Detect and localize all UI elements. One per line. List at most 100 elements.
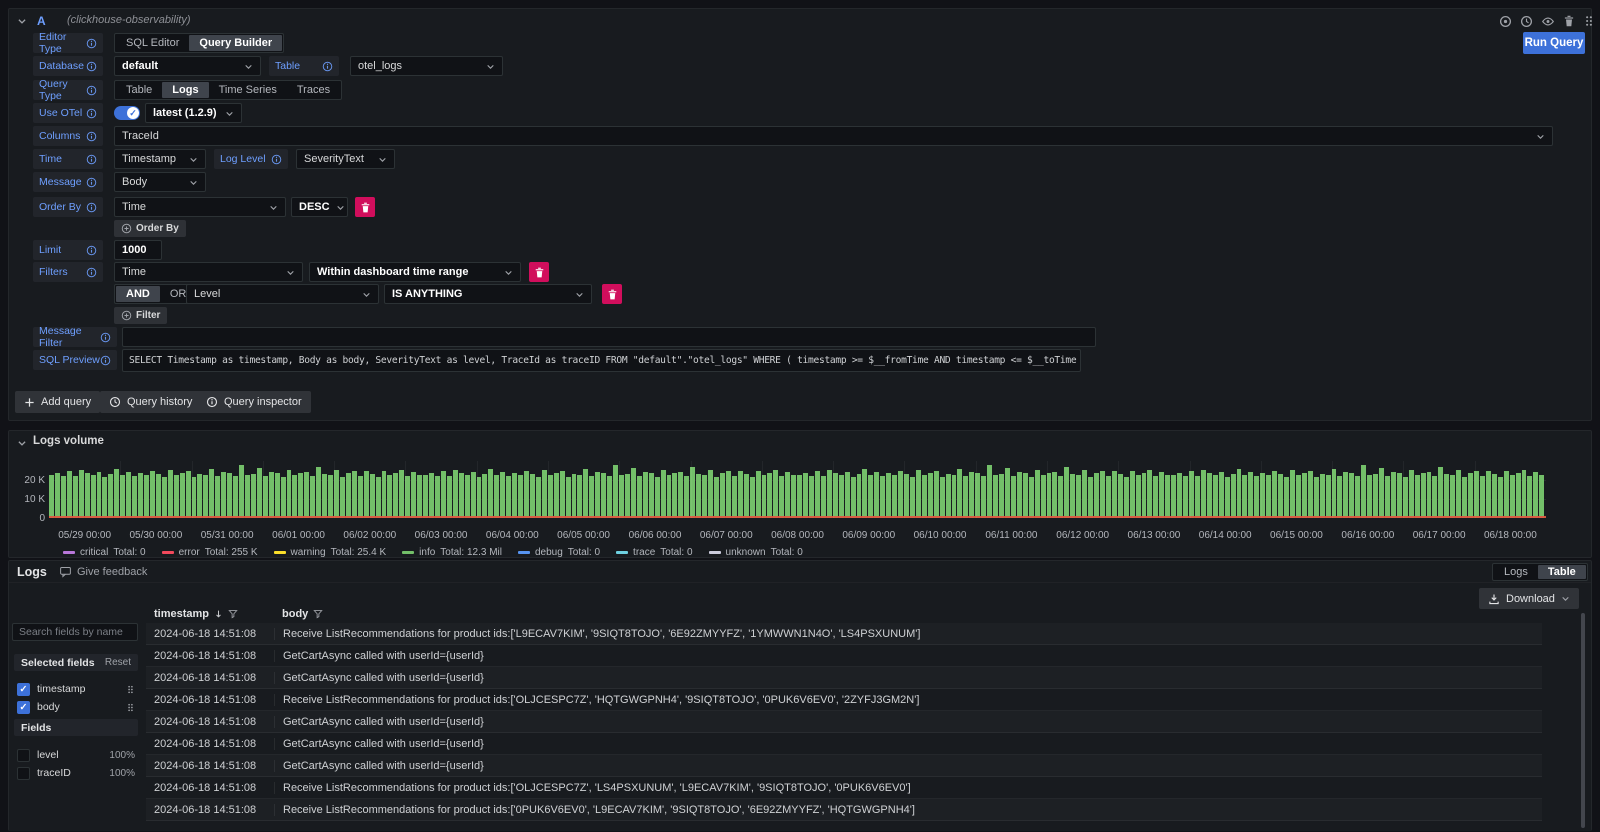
legend-series-name[interactable]: critical	[80, 547, 108, 558]
volume-bar[interactable]	[358, 476, 363, 518]
logs-view-option-logs[interactable]: Logs	[1494, 565, 1538, 579]
add-order-by-button[interactable]: Order By	[114, 220, 186, 237]
volume-bar[interactable]	[435, 476, 440, 518]
logs-view-option-table[interactable]: Table	[1538, 565, 1586, 579]
info-icon[interactable]	[86, 38, 97, 49]
volume-bar[interactable]	[1041, 475, 1046, 518]
volume-bar[interactable]	[275, 473, 280, 518]
help-circle-icon[interactable]	[1499, 15, 1512, 28]
volume-bar[interactable]	[1177, 473, 1182, 518]
body-column-header[interactable]: body	[274, 608, 1542, 620]
volume-bar[interactable]	[839, 475, 844, 518]
give-feedback-link[interactable]: Give feedback	[59, 566, 147, 578]
volume-bar[interactable]	[583, 469, 588, 518]
query-history-icon[interactable]	[1520, 15, 1533, 28]
volume-bar[interactable]	[168, 470, 173, 518]
volume-bar[interactable]	[186, 471, 191, 518]
volume-bar[interactable]	[696, 474, 701, 518]
volume-bar[interactable]	[928, 473, 933, 518]
volume-bar[interactable]	[97, 472, 102, 518]
table-select[interactable]: otel_logs	[350, 56, 503, 76]
volume-bar[interactable]	[162, 477, 167, 518]
volume-bar[interactable]	[542, 470, 547, 518]
remove-filter-button[interactable]	[529, 262, 549, 282]
volume-bar[interactable]	[785, 472, 790, 518]
volume-bar[interactable]	[1355, 476, 1360, 518]
reset-fields-button[interactable]: Reset	[105, 657, 131, 668]
volume-bar[interactable]	[1456, 470, 1461, 518]
info-icon[interactable]	[86, 202, 97, 213]
volume-bar[interactable]	[1522, 470, 1527, 518]
volume-bar[interactable]	[738, 471, 743, 518]
volume-bar[interactable]	[150, 471, 155, 518]
table-row[interactable]: 2024-06-18 14:51:08Receive ListRecommend…	[146, 799, 1542, 821]
volume-bar[interactable]	[55, 473, 60, 518]
info-icon[interactable]	[86, 131, 97, 142]
table-row[interactable]: 2024-06-18 14:51:08Receive ListRecommend…	[146, 689, 1542, 711]
volume-bar[interactable]	[1112, 471, 1117, 518]
volume-bar[interactable]	[1284, 477, 1289, 518]
collapse-query-icon[interactable]	[17, 16, 27, 26]
volume-bar[interactable]	[482, 474, 487, 518]
filter2-operator-select[interactable]: IS ANYTHING	[384, 284, 592, 304]
volume-bar[interactable]	[1302, 473, 1307, 518]
legend-series-name[interactable]: trace	[633, 547, 655, 558]
run-query-button[interactable]: Run Query	[1523, 32, 1585, 54]
logs-volume-plot[interactable]	[49, 461, 1546, 518]
volume-bar[interactable]	[708, 470, 713, 518]
volume-bar[interactable]	[1035, 470, 1040, 518]
legend-series-name[interactable]: warning	[291, 547, 326, 558]
collapse-logs-volume-icon[interactable]	[17, 438, 27, 448]
volume-bar[interactable]	[61, 476, 66, 518]
volume-bar[interactable]	[1052, 472, 1057, 518]
table-row[interactable]: 2024-06-18 14:51:08GetCartAsync called w…	[146, 755, 1542, 777]
volume-bar[interactable]	[886, 473, 891, 518]
volume-bar[interactable]	[1415, 475, 1420, 518]
legend-series-name[interactable]: unknown	[726, 547, 766, 558]
volume-bar[interactable]	[554, 473, 559, 518]
volume-bar[interactable]	[1248, 472, 1253, 518]
volume-bar[interactable]	[732, 476, 737, 518]
volume-bar[interactable]	[744, 474, 749, 518]
volume-bar[interactable]	[1527, 476, 1532, 518]
volume-bar[interactable]	[993, 475, 998, 518]
volume-bar[interactable]	[797, 475, 802, 518]
volume-bar[interactable]	[429, 473, 434, 518]
volume-bar[interactable]	[1337, 476, 1342, 518]
volume-bar[interactable]	[1195, 476, 1200, 518]
volume-bar[interactable]	[1201, 470, 1206, 518]
volume-bar[interactable]	[132, 476, 137, 518]
search-fields-input[interactable]: Search fields by name	[12, 623, 138, 641]
info-icon[interactable]	[86, 154, 97, 165]
volume-bar[interactable]	[589, 476, 594, 518]
volume-bar[interactable]	[1373, 474, 1378, 518]
volume-bar[interactable]	[1314, 477, 1319, 518]
volume-bar[interactable]	[79, 470, 84, 518]
volume-bar[interactable]	[874, 472, 879, 518]
volume-bar[interactable]	[340, 477, 345, 518]
volume-bar[interactable]	[862, 469, 867, 518]
volume-bar[interactable]	[1058, 476, 1063, 518]
timestamp-column-header[interactable]: timestamp	[146, 608, 274, 620]
volume-bar[interactable]	[292, 475, 297, 518]
volume-bar[interactable]	[779, 476, 784, 518]
volume-bar[interactable]	[488, 469, 493, 518]
volume-bar[interactable]	[518, 475, 523, 518]
volume-bar[interactable]	[251, 474, 256, 518]
table-row[interactable]: 2024-06-18 14:51:08GetCartAsync called w…	[146, 711, 1542, 733]
volume-bar[interactable]	[637, 476, 642, 518]
add-query-button[interactable]: Add query	[15, 391, 100, 413]
volume-bar[interactable]	[91, 475, 96, 518]
volume-bar[interactable]	[702, 475, 707, 518]
volume-bar[interactable]	[197, 474, 202, 518]
volume-bar[interactable]	[304, 472, 309, 518]
volume-bar[interactable]	[910, 477, 915, 518]
volume-bar[interactable]	[987, 465, 992, 518]
volume-bar[interactable]	[981, 476, 986, 518]
volume-bar[interactable]	[500, 472, 505, 518]
volume-bar[interactable]	[1183, 476, 1188, 518]
volume-bar[interactable]	[1427, 472, 1432, 518]
volume-bar[interactable]	[601, 473, 606, 518]
log-level-column-select[interactable]: SeverityText	[296, 149, 395, 169]
volume-bar[interactable]	[453, 470, 458, 518]
